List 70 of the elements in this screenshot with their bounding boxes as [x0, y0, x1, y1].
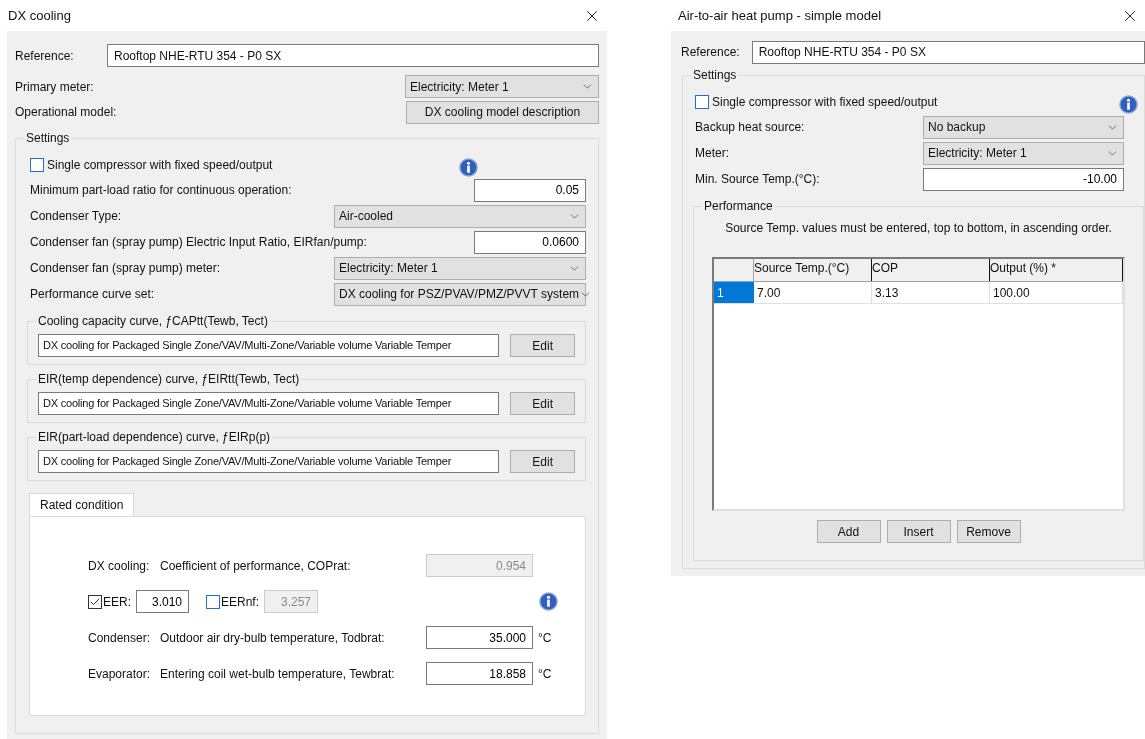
field-label: Evaporator:	[88, 665, 152, 683]
text-field[interactable]: DX cooling for Packaged Single Zone/VAV/Multi-Zone/Variable volume Variable Temper	[38, 450, 500, 473]
text-field[interactable]: Rooftop NHE-RTU 354 - P0 SX	[107, 44, 599, 67]
field-label: Reference:	[15, 47, 74, 65]
edit-button[interactable]: Edit	[510, 450, 575, 473]
input-field[interactable]: 3.010	[136, 590, 189, 613]
dropdown[interactable]: Electricity: Meter 1	[405, 75, 599, 98]
field-label: Operational model:	[15, 104, 117, 121]
window-title: Air-to-air heat pump - simple model	[678, 6, 882, 25]
field-label: °C	[538, 665, 552, 683]
field-label: °C	[538, 629, 552, 647]
checkbox[interactable]	[88, 594, 102, 609]
input-field[interactable]: 0.0600	[474, 230, 586, 254]
group-title: Cooling capacity curve, ƒCAPtt(Tewb, Tect)	[36, 313, 270, 329]
field-label: Backup heat source:	[695, 119, 805, 136]
group-title: Settings	[24, 130, 72, 146]
dropdown[interactable]: Electricity: Meter 1	[923, 141, 1124, 165]
column-header[interactable]: Source Temp.(°C)	[754, 259, 872, 281]
field-label: Primary meter:	[15, 78, 94, 96]
table-cell: 3.13	[872, 282, 990, 303]
field-label: Source Temp. values must be entered, top to bottom, in ascending order.	[725, 221, 1112, 235]
info-icon[interactable]	[1119, 94, 1138, 114]
field-label: Outdoor air dry-bulb temperature, Todbrat:	[160, 629, 386, 647]
column-header[interactable]: Output (%) *	[990, 259, 1123, 281]
checkbox[interactable]	[30, 158, 44, 172]
input-field[interactable]: 35.000	[426, 626, 533, 649]
field-label: Condenser Type:	[30, 208, 122, 225]
action-button[interactable]: Add	[816, 520, 881, 543]
row-header[interactable]: 1	[714, 282, 754, 303]
tab[interactable]: Rated condition	[29, 493, 135, 516]
field-label: Condenser fan (spray pump) meter:	[30, 260, 221, 277]
field-label: EERnf:	[221, 593, 260, 611]
group-title: EIR(temp dependence) curve, ƒEIRtt(Tewb, Tect)	[36, 371, 302, 387]
action-button[interactable]: Insert	[886, 520, 951, 543]
action-button[interactable]: Remove	[956, 520, 1021, 543]
field-label: Meter:	[695, 145, 729, 162]
group-title: Settings	[691, 67, 739, 83]
input-field[interactable]: -10.00	[923, 167, 1124, 191]
field-label: Minimum part-load ratio for continuous operation:	[30, 182, 292, 199]
field-label: Condenser:	[88, 629, 152, 647]
description-button[interactable]: DX cooling model description	[406, 100, 599, 124]
edit-button[interactable]: Edit	[510, 392, 575, 415]
table-cell: 7.00	[754, 282, 872, 303]
field-label: Condenser fan (spray pump) Electric Input Ratio, EIRfan/pump:	[30, 234, 367, 251]
field-label: Single compressor with fixed speed/output	[47, 157, 273, 174]
group-title: EIR(part-load dependence) curve, ƒEIRp(p)	[36, 429, 273, 445]
column-header[interactable]: COP	[872, 259, 990, 281]
dropdown[interactable]: Air-cooled	[334, 204, 586, 228]
input-field[interactable]: 0.05	[474, 178, 586, 202]
checkbox[interactable]	[206, 594, 220, 609]
text-field[interactable]: DX cooling for Packaged Single Zone/VAV/Multi-Zone/Variable volume Variable Temper	[38, 392, 500, 415]
field-label: EER:	[103, 593, 132, 611]
field-label: Min. Source Temp.(°C):	[695, 171, 820, 188]
window-title: DX cooling	[8, 6, 71, 25]
table-cell: 100.00	[990, 282, 1123, 303]
field-label: DX cooling:	[88, 557, 151, 575]
field-label: Performance curve set:	[30, 286, 155, 303]
checkbox[interactable]	[695, 95, 709, 109]
dropdown[interactable]: No backup	[923, 115, 1124, 139]
dropdown[interactable]: Electricity: Meter 1	[334, 256, 586, 280]
field-label: Reference:	[681, 44, 740, 61]
field-label: Entering coil wet-bulb temperature, Tewbrat:	[160, 665, 396, 683]
input-field[interactable]: 18.858	[426, 662, 533, 685]
field-label: Single compressor with fixed speed/output	[712, 94, 938, 111]
text-field[interactable]: DX cooling for Packaged Single Zone/VAV/Multi-Zone/Variable volume Variable Temper	[38, 334, 500, 357]
info-icon[interactable]	[459, 157, 479, 177]
info-icon[interactable]	[539, 592, 558, 611]
edit-button[interactable]: Edit	[510, 334, 575, 357]
text-field[interactable]: Rooftop NHE-RTU 354 - P0 SX	[751, 40, 1145, 64]
field-label: Coefficient of performance, COPrat:	[160, 557, 352, 575]
